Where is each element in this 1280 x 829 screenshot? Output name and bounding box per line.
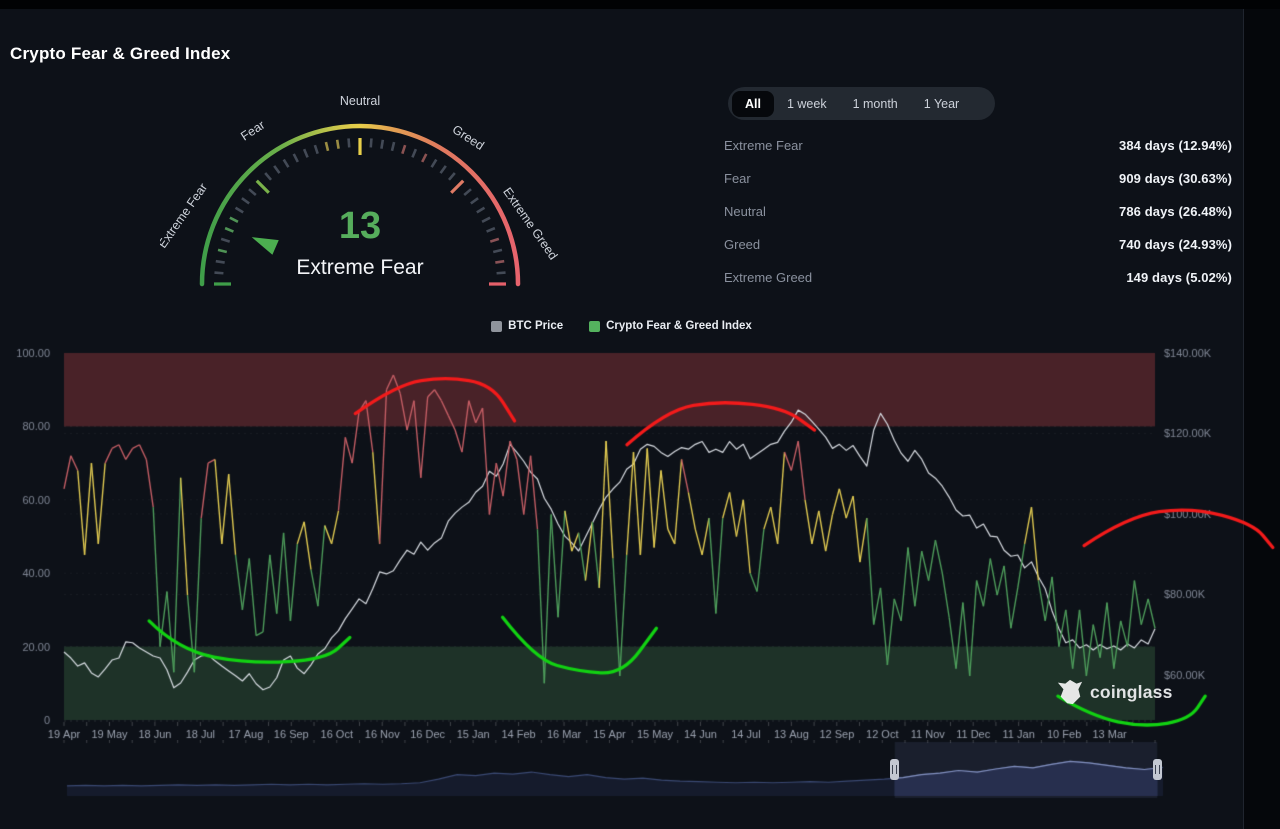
top-bar xyxy=(0,0,1280,9)
legend-item-btc-price[interactable]: BTC Price xyxy=(491,320,563,332)
navigator-right-handle[interactable] xyxy=(1153,759,1162,780)
fear-greed-swatch-icon xyxy=(589,321,600,332)
stat-row-greed: Greed 740 days (24.93%) xyxy=(724,228,1232,261)
stat-value: 909 days (30.63%) xyxy=(1119,171,1232,186)
stat-row-neutral: Neutral 786 days (26.48%) xyxy=(724,195,1232,228)
classification-stats: Extreme Fear 384 days (12.94%) Fear 909 … xyxy=(724,129,1232,294)
watermark-text: coinglass xyxy=(1090,682,1173,703)
stat-label: Neutral xyxy=(724,204,766,219)
chart-legend: BTC Price Crypto Fear & Greed Index xyxy=(0,320,1243,332)
gauge-pointer-icon xyxy=(252,237,279,255)
tab-1-year[interactable]: 1 Year xyxy=(911,91,972,117)
gauge-value: 13 xyxy=(339,205,381,247)
coinglass-logo-icon xyxy=(1056,678,1084,706)
btc-price-swatch-icon xyxy=(491,321,502,332)
gauge-classification: Extreme Fear xyxy=(296,256,423,279)
gauge-label-neutral: Neutral xyxy=(340,94,380,108)
legend-label: BTC Price xyxy=(508,320,563,332)
legend-label: Crypto Fear & Greed Index xyxy=(606,320,752,332)
stat-value: 740 days (24.93%) xyxy=(1119,237,1232,252)
tab-1-week[interactable]: 1 week xyxy=(774,91,840,117)
tab-1-month[interactable]: 1 month xyxy=(840,91,911,117)
legend-item-fear-greed[interactable]: Crypto Fear & Greed Index xyxy=(589,320,752,332)
fear-greed-gauge: Extreme Fear Fear Neutral Greed Extreme … xyxy=(160,88,560,303)
stat-row-extreme-greed: Extreme Greed 149 days (5.02%) xyxy=(724,261,1232,294)
range-tabs: All 1 week 1 month 1 Year xyxy=(728,87,995,120)
stat-value: 786 days (26.48%) xyxy=(1119,204,1232,219)
gauge-label-greed: Greed xyxy=(450,122,487,153)
navigator-canvas[interactable] xyxy=(0,740,1280,802)
gauge-label-fear: Fear xyxy=(238,118,267,144)
tab-all[interactable]: All xyxy=(732,91,774,117)
stat-value: 149 days (5.02%) xyxy=(1126,270,1232,285)
coinglass-watermark: coinglass xyxy=(1056,678,1173,706)
stat-row-fear: Fear 909 days (30.63%) xyxy=(724,162,1232,195)
navigator-left-handle[interactable] xyxy=(890,759,899,780)
stat-label: Fear xyxy=(724,171,751,186)
stat-value: 384 days (12.94%) xyxy=(1119,138,1232,153)
stat-label: Extreme Greed xyxy=(724,270,812,285)
gauge-label-extreme-greed: Extreme Greed xyxy=(500,185,560,262)
page-title: Crypto Fear & Greed Index xyxy=(10,44,230,64)
stat-label: Greed xyxy=(724,237,760,252)
stat-row-extreme-fear: Extreme Fear 384 days (12.94%) xyxy=(724,129,1232,162)
stat-label: Extreme Fear xyxy=(724,138,803,153)
gauge-label-extreme-fear: Extreme Fear xyxy=(160,181,210,251)
